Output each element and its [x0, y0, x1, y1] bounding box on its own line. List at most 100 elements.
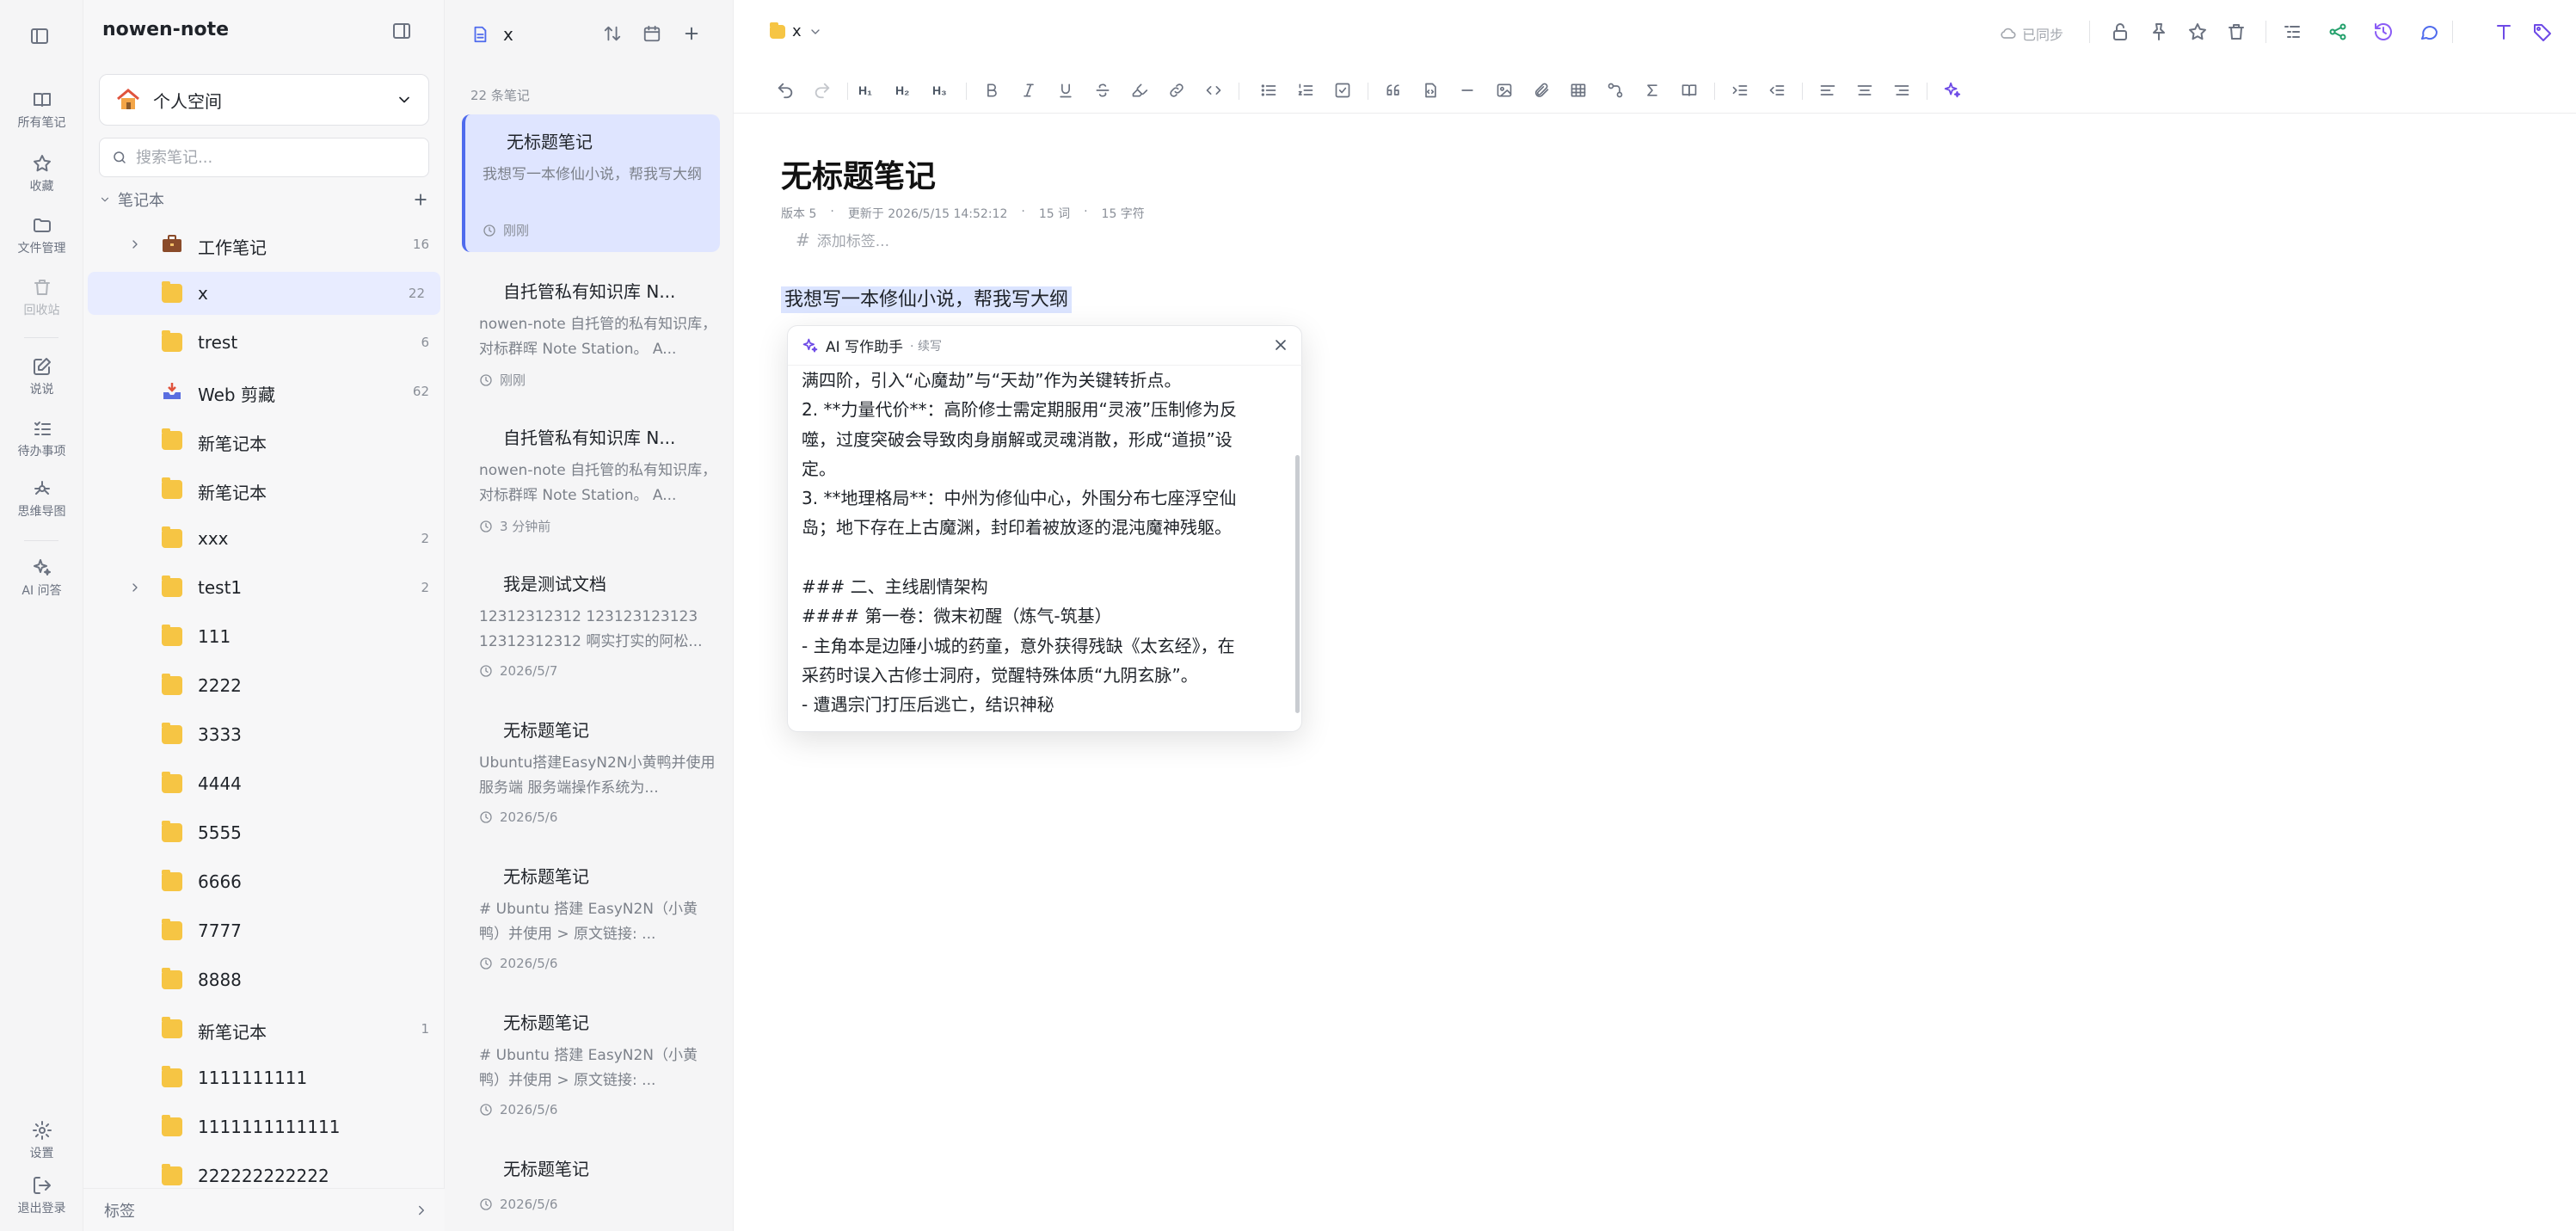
- align-right-icon[interactable]: [1889, 77, 1915, 103]
- book-open-icon[interactable]: [1676, 77, 1702, 103]
- table-icon[interactable]: [1565, 77, 1591, 103]
- italic-icon[interactable]: [1016, 77, 1042, 103]
- undo-icon[interactable]: [772, 77, 798, 103]
- tags-footer[interactable]: 标签: [83, 1188, 445, 1231]
- notebook-item[interactable]: 5555: [83, 811, 445, 854]
- note-card[interactable]: 无标题笔记 # Ubuntu 搭建 EasyN2N（小黄鸭）并使用 > 原文链接:…: [462, 995, 720, 1133]
- note-card[interactable]: 自托管私有知识库 N... nowen-note 自托管的私有知识库，对标群晖 N…: [462, 264, 720, 402]
- notebook-item[interactable]: test1 2: [83, 566, 445, 609]
- ai-output-text[interactable]: 满四阶，引入“心魔劫”与“天劫”作为关键转折点。 2. **力量代价**：高阶修士…: [802, 366, 1283, 727]
- rail-all-notes[interactable]: 所有笔记: [0, 89, 83, 131]
- rail-ai-qa[interactable]: AI 问答: [0, 557, 83, 599]
- notebook-item[interactable]: 新笔记本: [83, 468, 445, 511]
- notebook-name: 工作笔记: [198, 237, 267, 258]
- redo-icon[interactable]: [809, 77, 835, 103]
- rail-favorites[interactable]: 收藏: [0, 153, 83, 194]
- search-input[interactable]: [136, 148, 411, 167]
- notebook-item[interactable]: Web 剪藏 62: [83, 370, 445, 413]
- chevron-right-icon[interactable]: [128, 237, 142, 251]
- comment-icon[interactable]: [2419, 22, 2439, 42]
- quote-icon[interactable]: [1380, 77, 1406, 103]
- collapse-sidebar-icon[interactable]: [391, 21, 412, 41]
- link-icon[interactable]: [1164, 77, 1190, 103]
- notebook-item[interactable]: 3333: [83, 713, 445, 756]
- notebook-item[interactable]: xxx 2: [83, 517, 445, 560]
- note-card[interactable]: 我是测试文档 12312312312 123123123123 123123123…: [462, 557, 720, 694]
- note-time-label: 刚刚: [500, 372, 526, 388]
- note-card[interactable]: 无标题笔记 Ubuntu搭建EasyN2N小黄鸭并使用 服务端 服务端操作系统为.…: [462, 703, 720, 840]
- rail-moments[interactable]: 说说: [0, 356, 83, 397]
- star-icon[interactable]: [2187, 22, 2208, 42]
- align-left-icon[interactable]: [1815, 77, 1841, 103]
- document-title[interactable]: 无标题笔记: [781, 151, 936, 196]
- notebook-item[interactable]: 新笔记本 1: [83, 1007, 445, 1050]
- sort-icon[interactable]: [603, 24, 622, 43]
- breadcrumb[interactable]: x: [770, 22, 822, 40]
- heading3-icon[interactable]: H₃: [928, 77, 954, 103]
- notebook-item[interactable]: 111: [83, 615, 445, 658]
- ai-scrollbar[interactable]: [1295, 455, 1300, 713]
- sidebar-toggle-icon[interactable]: [29, 26, 50, 46]
- highlight-icon[interactable]: [1127, 77, 1153, 103]
- heading2-icon[interactable]: H₂: [891, 77, 917, 103]
- notebook-item[interactable]: trest 6: [83, 321, 445, 364]
- outline-icon[interactable]: [2282, 22, 2302, 42]
- notebook-item[interactable]: 8888: [83, 958, 445, 1001]
- indent-icon[interactable]: [1727, 77, 1753, 103]
- add-tag-button[interactable]: # 添加标签...: [796, 229, 889, 251]
- calendar-icon[interactable]: [642, 24, 661, 43]
- outdent-icon[interactable]: [1764, 77, 1790, 103]
- share-icon[interactable]: [2327, 22, 2348, 42]
- space-selector[interactable]: 个人空间: [99, 74, 429, 126]
- trash-icon[interactable]: [2226, 22, 2247, 42]
- ordered-list-icon[interactable]: [1293, 77, 1319, 103]
- chevron-right-icon[interactable]: [128, 581, 142, 594]
- pin-icon[interactable]: [2149, 22, 2169, 42]
- code-block-icon[interactable]: [1417, 77, 1443, 103]
- text-format-icon[interactable]: [2493, 22, 2514, 42]
- note-card[interactable]: 自托管私有知识库 N... nowen-note 自托管的私有知识库，对标群晖 N…: [462, 410, 720, 548]
- align-center-icon[interactable]: [1852, 77, 1878, 103]
- bold-icon[interactable]: [979, 77, 1005, 103]
- rail-todo[interactable]: 待办事项: [0, 418, 83, 459]
- rail-mindmap[interactable]: 思维导图: [0, 478, 83, 520]
- rail-logout[interactable]: 退出登录: [0, 1175, 83, 1216]
- clock-icon: [480, 1104, 492, 1116]
- notebook-item[interactable]: 1111111111111: [83, 1105, 445, 1148]
- notebook-item[interactable]: 4444: [83, 762, 445, 805]
- rail-file-manager[interactable]: 文件管理: [0, 215, 83, 256]
- close-icon[interactable]: [1272, 336, 1289, 354]
- underline-icon[interactable]: [1053, 77, 1079, 103]
- lock-icon[interactable]: [2110, 22, 2130, 42]
- notebook-item[interactable]: 2222: [83, 664, 445, 707]
- search-box[interactable]: [99, 138, 429, 177]
- bullet-list-icon[interactable]: [1256, 77, 1282, 103]
- document-body[interactable]: 我想写一本修仙小说，帮我写大纲: [781, 284, 1073, 313]
- notebook-item[interactable]: 7777: [83, 909, 445, 952]
- notebook-item[interactable]: 新笔记本: [83, 419, 445, 462]
- ai-sparkle-icon[interactable]: [1940, 77, 1965, 103]
- rail-settings[interactable]: 设置: [0, 1120, 83, 1161]
- add-notebook-icon[interactable]: [412, 191, 429, 208]
- notebooks-header[interactable]: 笔记本: [99, 188, 429, 212]
- rail-trash[interactable]: 回收站: [0, 277, 83, 318]
- attachment-icon[interactable]: [1528, 77, 1554, 103]
- code-icon[interactable]: [1201, 77, 1227, 103]
- history-icon[interactable]: [2373, 22, 2394, 42]
- tag-icon[interactable]: [2532, 22, 2553, 42]
- strikethrough-icon[interactable]: [1090, 77, 1116, 103]
- note-card[interactable]: 无标题笔记 # Ubuntu 搭建 EasyN2N（小黄鸭）并使用 > 原文链接:…: [462, 849, 720, 987]
- heading1-icon[interactable]: H₁: [854, 77, 880, 103]
- checklist-icon[interactable]: [1330, 77, 1356, 103]
- notebook-item[interactable]: 工作笔记 16: [83, 223, 445, 266]
- notebook-item[interactable]: 6666: [83, 860, 445, 903]
- diagram-icon[interactable]: [1602, 77, 1628, 103]
- notebook-item[interactable]: 1111111111: [83, 1056, 445, 1099]
- notebook-item[interactable]: x 22: [88, 272, 440, 315]
- note-card[interactable]: 无标题笔记 2026/5/6: [462, 1142, 720, 1228]
- formula-icon[interactable]: [1639, 77, 1665, 103]
- horizontal-rule-icon[interactable]: [1454, 77, 1480, 103]
- image-icon[interactable]: [1491, 77, 1517, 103]
- new-note-icon[interactable]: [682, 24, 701, 43]
- note-card[interactable]: 无标题笔记 我想写一本修仙小说，帮我写大纲 刚刚: [462, 114, 720, 252]
